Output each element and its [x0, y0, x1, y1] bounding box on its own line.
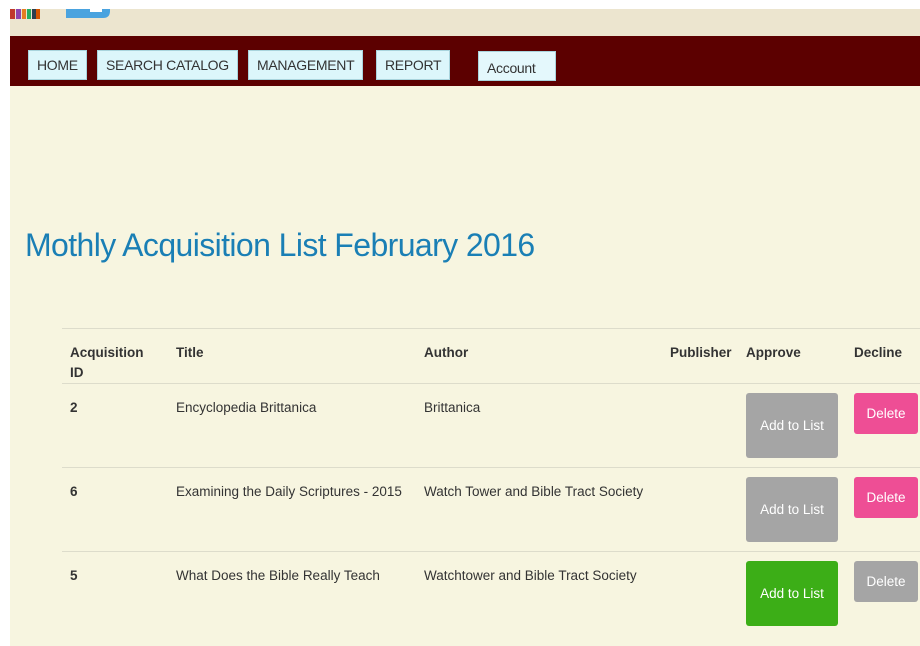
table-row: 5 What Does the Bible Really Teach Watch… [62, 551, 920, 636]
acquisition-id-cell: 6 [62, 467, 168, 552]
author-cell: Watchtower and Bible Tract Society [416, 551, 662, 636]
add-to-list-button[interactable]: Add to List [746, 561, 838, 626]
acquisition-table: Acquisition ID Title Author Publisher Ap… [62, 328, 920, 636]
column-header-publisher: Publisher [662, 328, 738, 384]
library-logo-icon [10, 9, 110, 19]
title-cell: Encyclopedia Brittanica [168, 383, 416, 468]
decline-cell: Delete [846, 551, 920, 636]
add-to-list-button[interactable]: Add to List [746, 393, 838, 458]
nav-search-catalog[interactable]: SEARCH CATALOG [97, 50, 238, 80]
nav-account[interactable]: Account [478, 51, 556, 81]
nav-report[interactable]: REPORT [376, 50, 451, 80]
publisher-cell [662, 383, 738, 468]
publisher-cell [662, 551, 738, 636]
column-header-id: Acquisition ID [62, 328, 168, 384]
approve-cell: Add to List [738, 383, 846, 468]
author-cell: Brittanica [416, 383, 662, 468]
table-header-row: Acquisition ID Title Author Publisher Ap… [62, 328, 920, 384]
acquisition-id-cell: 5 [62, 551, 168, 636]
nav-management[interactable]: MANAGEMENT [248, 50, 364, 80]
nav-home[interactable]: HOME [28, 50, 87, 80]
page: HOME SEARCH CATALOG MANAGEMENT REPORT Ac… [10, 9, 920, 646]
acquisition-id-cell: 2 [62, 383, 168, 468]
page-title: Mothly Acquisition List February 2016 [25, 227, 535, 263]
table-row: 6 Examining the Daily Scriptures - 2015 … [62, 467, 920, 552]
delete-button[interactable]: Delete [854, 393, 918, 434]
column-header-decline: Decline [846, 328, 920, 384]
column-header-author: Author [416, 328, 662, 384]
publisher-cell [662, 467, 738, 552]
delete-button[interactable]: Delete [854, 561, 918, 602]
approve-cell: Add to List [738, 551, 846, 636]
main-navbar: HOME SEARCH CATALOG MANAGEMENT REPORT Ac… [10, 36, 920, 86]
table-row: 2 Encyclopedia Brittanica Brittanica Add… [62, 383, 920, 468]
acquisition-table-wrapper: Acquisition ID Title Author Publisher Ap… [62, 328, 920, 636]
approve-cell: Add to List [738, 467, 846, 552]
column-header-title: Title [168, 328, 416, 384]
column-header-approve: Approve [738, 328, 846, 384]
title-cell: What Does the Bible Really Teach [168, 551, 416, 636]
header-bar [10, 9, 920, 36]
title-cell: Examining the Daily Scriptures - 2015 [168, 467, 416, 552]
decline-cell: Delete [846, 383, 920, 468]
delete-button[interactable]: Delete [854, 477, 918, 518]
decline-cell: Delete [846, 467, 920, 552]
author-cell: Watch Tower and Bible Tract Society [416, 467, 662, 552]
add-to-list-button[interactable]: Add to List [746, 477, 838, 542]
